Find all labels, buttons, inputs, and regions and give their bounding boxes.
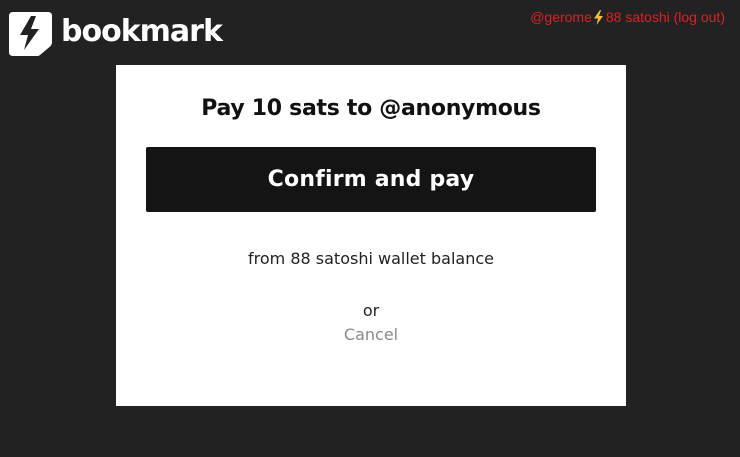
logout-link[interactable]: log out: [678, 9, 720, 25]
payment-title: Pay 10 sats to @anonymous: [201, 96, 541, 121]
bolt-shield-icon: [9, 12, 52, 56]
user-info: @gerome 88 satoshi ( log out ): [530, 9, 725, 25]
logout-paren-close: ): [720, 9, 725, 25]
brand-logo[interactable]: bookmark: [9, 12, 223, 56]
or-separator: or: [362, 301, 380, 320]
username-link[interactable]: @gerome: [530, 9, 592, 25]
brand-name: bookmark: [61, 14, 223, 49]
lightning-icon: [593, 9, 603, 25]
balance-note: from 88 satoshi wallet balance: [248, 249, 494, 268]
payment-modal: Pay 10 sats to @anonymous Confirm and pa…: [116, 65, 626, 406]
balance-link[interactable]: 88 satoshi: [606, 9, 670, 25]
cancel-link[interactable]: Cancel: [344, 325, 398, 344]
confirm-pay-button[interactable]: Confirm and pay: [146, 147, 596, 212]
